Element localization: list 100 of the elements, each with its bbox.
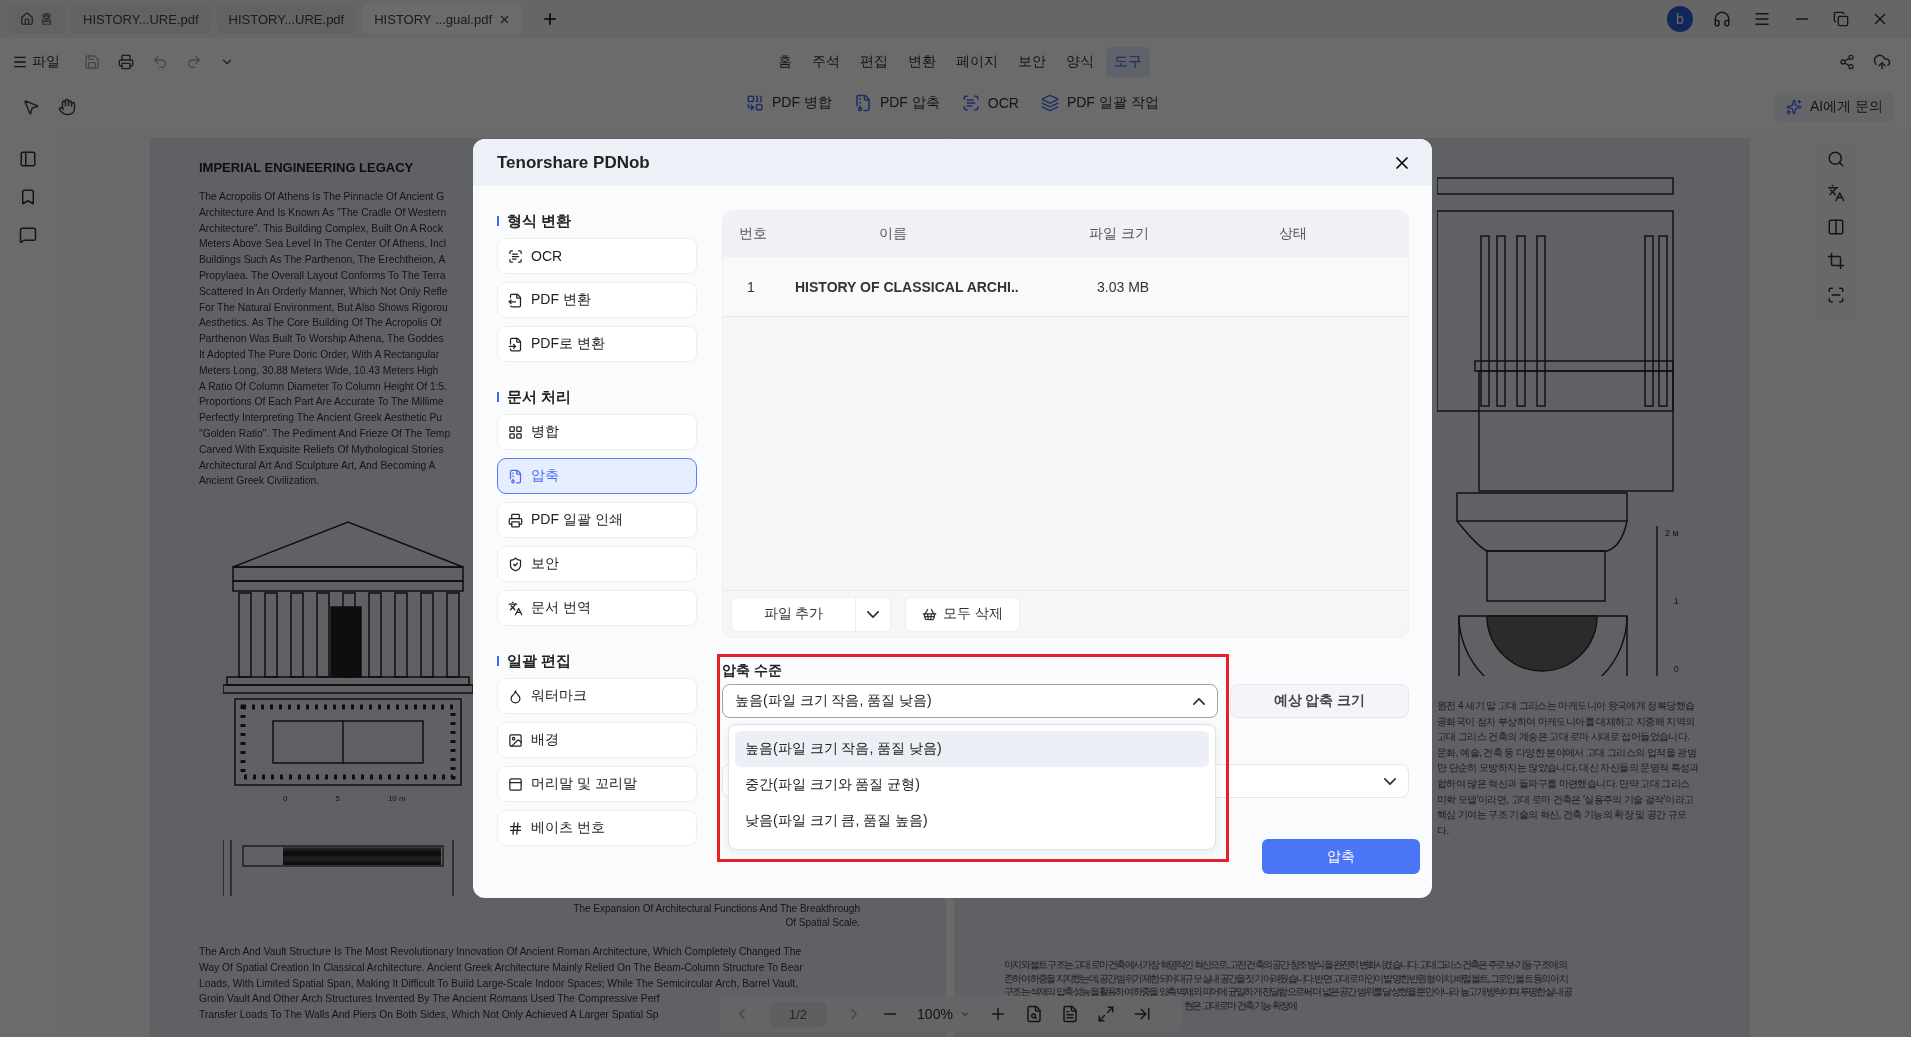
pointer-icon[interactable]	[22, 98, 40, 116]
menu-tab[interactable]: 주석	[804, 47, 848, 77]
split-view-icon[interactable]	[1827, 218, 1845, 236]
layers-icon	[1040, 94, 1059, 112]
compress-button[interactable]: 압축	[1262, 839, 1420, 874]
nav-item[interactable]: 문서 번역	[497, 590, 697, 626]
nav-item[interactable]: 워터마크	[497, 678, 697, 714]
scale-label: 0	[1672, 663, 1679, 676]
menu-tab[interactable]: 양식	[1058, 47, 1102, 77]
nav-item[interactable]: 베이츠 번호	[497, 810, 697, 846]
menu-tab[interactable]: 편집	[852, 47, 896, 77]
menu-icon	[12, 54, 28, 70]
nav-item[interactable]: 머리말 및 꼬리말	[497, 766, 697, 802]
sparkle-icon	[1785, 99, 1802, 115]
print-icon[interactable]	[118, 54, 134, 70]
section-heading: 형식 변환	[507, 211, 572, 231]
text-line: It Adopted The Pure Doric Order, With A Rectangular	[199, 347, 440, 362]
redo-icon[interactable]	[186, 54, 202, 70]
user-avatar[interactable]: b	[1667, 6, 1693, 32]
text-line: Way Of Spatial Creation In Classical Architecture. Ancient Greek Architecture Mainly Relied On The Beam-Column Structure To Bear	[199, 960, 803, 975]
page-number-field[interactable]: 1/2	[769, 1001, 828, 1027]
tool-button[interactable]: PDF 압축	[853, 94, 940, 112]
nav-item[interactable]: 압축	[497, 458, 697, 494]
app-tab[interactable]: HISTORY...URE.pdf	[71, 4, 211, 34]
thumbnails-icon[interactable]	[19, 150, 37, 168]
archive-icon	[508, 468, 523, 484]
add-tab-icon[interactable]	[541, 10, 559, 28]
zoom-level[interactable]: 100%	[917, 1006, 953, 1022]
save-icon[interactable]	[84, 54, 100, 70]
scale-label: 1	[1672, 595, 1679, 608]
basket-icon	[922, 606, 937, 622]
text-line: Ancient Greek Civilization.	[199, 474, 320, 489]
text-line: 만 단순히 모방하지는 않았습니다. 대신 자신들의 문명적 특성과	[1437, 761, 1700, 776]
text-line: Architecture And Is Known As "The Cradle Of Western	[199, 205, 447, 220]
delete-all-button[interactable]: 모두 삭제	[905, 596, 1020, 632]
text-scan-icon	[961, 94, 980, 112]
dropdown-option[interactable]: 중간(파일 크기와 품질 균형)	[735, 767, 1209, 803]
column-header: 이름	[878, 225, 908, 243]
app-tab[interactable]: 홈	[8, 4, 65, 34]
field-label: 압축 수준	[722, 662, 783, 680]
app-tab[interactable]: HISTORY ...gual.pdf	[362, 4, 523, 34]
search-icon[interactable]	[1827, 150, 1845, 168]
nav-item[interactable]: 보안	[497, 546, 697, 582]
text-line: The Arch And Vault Structure Is The Most Revolutionary Innovation Of Ancient Roman Architecture, Which Completely Changed The	[199, 945, 802, 960]
table-cell-text: 3.03 MB	[1096, 278, 1151, 295]
caret-icon	[867, 610, 879, 618]
document-icon[interactable]	[1060, 1005, 1079, 1023]
scan-icon[interactable]	[1827, 286, 1845, 304]
text-line: A Ratio Of Column Diameter To Column Height Of 1:5.	[199, 379, 448, 394]
restore-icon[interactable]	[1833, 11, 1849, 27]
nav-item[interactable]: 병합	[497, 414, 697, 450]
translate-icon	[508, 600, 523, 616]
undo-icon[interactable]	[152, 54, 168, 70]
menu-tab[interactable]: 보안	[1010, 47, 1054, 77]
hand-icon[interactable]	[58, 98, 76, 116]
menu-tab[interactable]: 홈	[770, 47, 800, 77]
collapse-icon[interactable]	[1132, 1005, 1151, 1023]
text-line: Proportions Of Each Part Are Accurate To The Millime	[199, 395, 444, 410]
table-cell-text: 1	[747, 278, 756, 295]
nav-item[interactable]: PDF 변환	[497, 282, 697, 318]
compression-select[interactable]: 높음(파일 크기 작음, 품질 낮음)	[722, 684, 1218, 718]
headset-icon[interactable]	[1713, 10, 1731, 28]
text-line: Loads, With Limited Spatial Span, Making It Difficult To Build Large-Scale Indoor Spaces; While The Semicircular Arch, Barrel Vault,	[199, 976, 799, 991]
nav-item[interactable]: PDF 일괄 인쇄	[497, 502, 697, 538]
tool-button[interactable]: OCR	[961, 94, 1019, 112]
document-search-icon[interactable]	[1024, 1005, 1043, 1023]
nav-item[interactable]: OCR	[497, 238, 697, 274]
share-icon[interactable]	[1839, 54, 1855, 70]
text-line: Carved With Exquisite Reliefs Of Mythological Stories	[199, 442, 444, 457]
crop-icon[interactable]	[1827, 252, 1845, 270]
comment-icon[interactable]	[19, 226, 37, 244]
text-line: For The Natural Environment, But Also Shows Rigorou	[199, 300, 448, 315]
figure-caption: The Expansion Of Architectural Functions And The Breakthrough	[573, 902, 860, 917]
cloud-upload-icon[interactable]	[1873, 53, 1891, 71]
estimate-size-button[interactable]: 예상 압축 크기	[1230, 684, 1409, 718]
dropdown-option[interactable]: 높음(파일 크기 작음, 품질 낮음)	[735, 731, 1209, 767]
column-header: 파일 크기	[1088, 225, 1150, 243]
file-menu[interactable]: 파일	[12, 53, 60, 71]
dropdown-option[interactable]: 낮음(파일 크기 큼, 품질 높음)	[735, 803, 1209, 839]
tool-button[interactable]: PDF 일괄 작업	[1040, 94, 1159, 112]
merge-icon	[746, 94, 764, 112]
translate-icon[interactable]	[1827, 184, 1845, 202]
menu-tab[interactable]: 변환	[900, 47, 944, 77]
add-file-button[interactable]: 파일 추가	[731, 596, 891, 632]
menu-icon[interactable]	[1753, 10, 1771, 28]
nav-item[interactable]: 배경	[497, 722, 697, 758]
nav-item[interactable]: PDF로 변환	[497, 326, 697, 362]
menu-tab[interactable]: 도구	[1106, 47, 1150, 77]
document-icon	[508, 292, 523, 308]
scale-label: 5	[335, 793, 340, 806]
app-tab[interactable]: HISTORY...URE.pdf	[216, 4, 357, 34]
text-line: 핵심 기여는 구조 기술의 혁신, 건축 기능의 확장 및 공간 규모	[1437, 808, 1688, 823]
text-line: "Golden Ratio". The Pediment And Frieze Of The Temp	[199, 426, 451, 441]
section-heading: 문서 처리	[507, 387, 572, 407]
tool-button[interactable]: PDF 병합	[746, 94, 832, 112]
bookmark-icon[interactable]	[19, 188, 37, 206]
ai-button[interactable]: AI에게 문의	[1773, 92, 1895, 122]
fullscreen-icon[interactable]	[1096, 1005, 1115, 1023]
menu-tab[interactable]: 페이지	[948, 47, 1006, 77]
scale-label: 2 м	[1665, 527, 1679, 540]
